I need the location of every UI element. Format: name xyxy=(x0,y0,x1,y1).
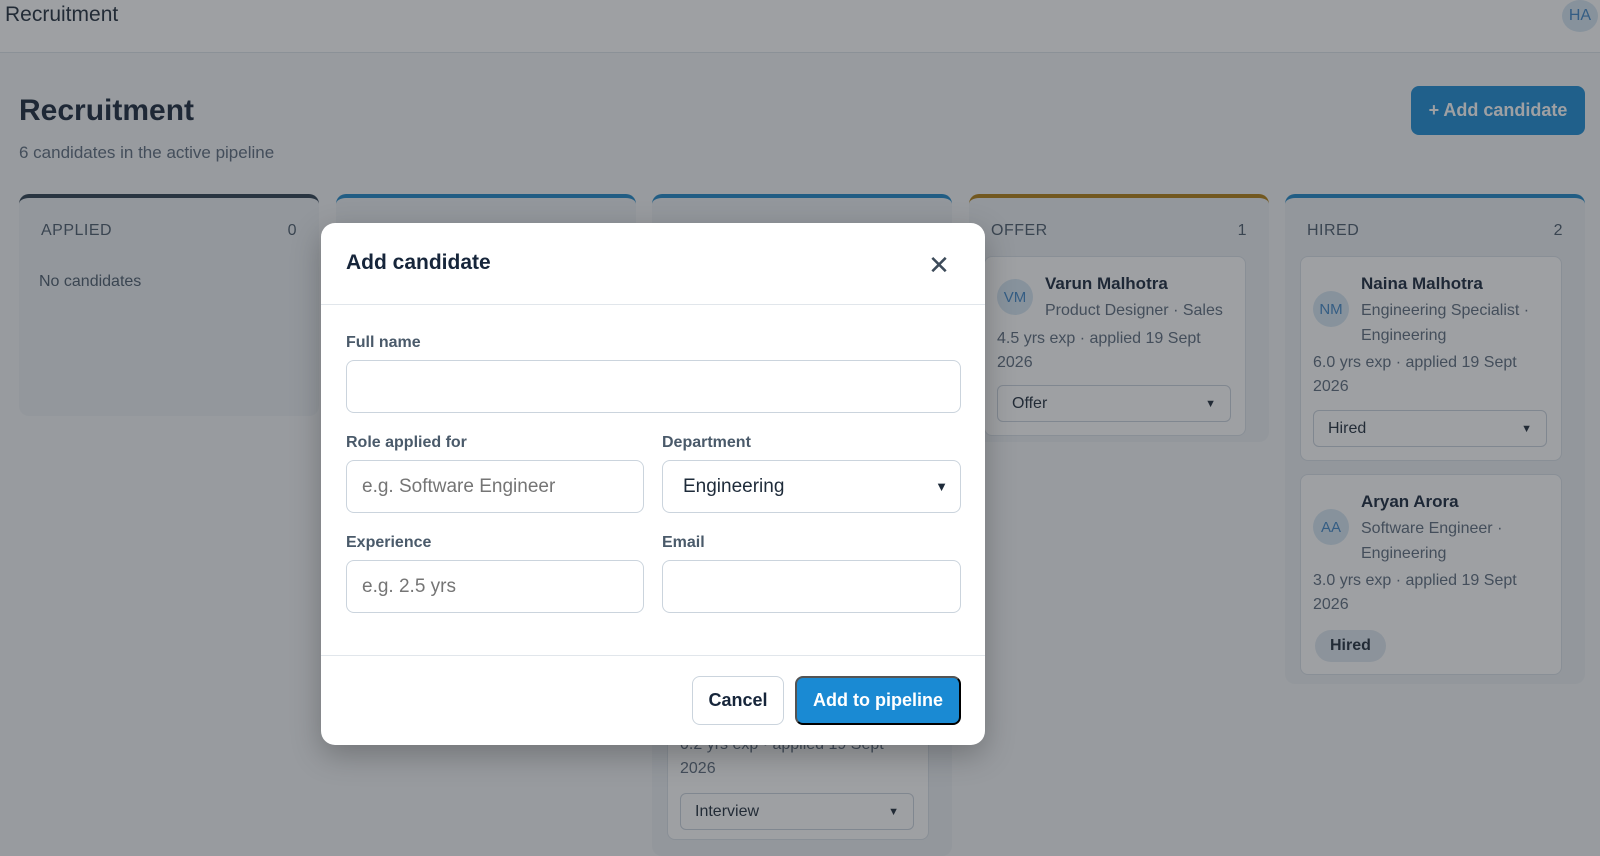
add-to-pipeline-button[interactable]: Add to pipeline xyxy=(795,676,961,725)
cancel-button[interactable]: Cancel xyxy=(692,676,784,725)
email-label: Email xyxy=(662,534,705,551)
experience-label: Experience xyxy=(346,534,432,551)
divider xyxy=(321,304,985,305)
experience-input[interactable] xyxy=(346,560,644,613)
add-candidate-dialog: Add candidate ✕ Full name Role applied f… xyxy=(321,223,985,745)
divider xyxy=(321,655,985,656)
role-input[interactable] xyxy=(346,460,644,513)
full-name-input[interactable] xyxy=(346,360,961,413)
close-icon[interactable]: ✕ xyxy=(925,251,953,279)
chevron-down-icon: ▼ xyxy=(935,479,948,494)
department-select[interactable]: Engineering ▼ xyxy=(662,460,961,513)
department-value: Engineering xyxy=(683,475,785,497)
full-name-label: Full name xyxy=(346,334,421,351)
dialog-title: Add candidate xyxy=(346,251,491,274)
department-label: Department xyxy=(662,434,751,451)
role-label: Role applied for xyxy=(346,434,467,451)
email-input[interactable] xyxy=(662,560,961,613)
